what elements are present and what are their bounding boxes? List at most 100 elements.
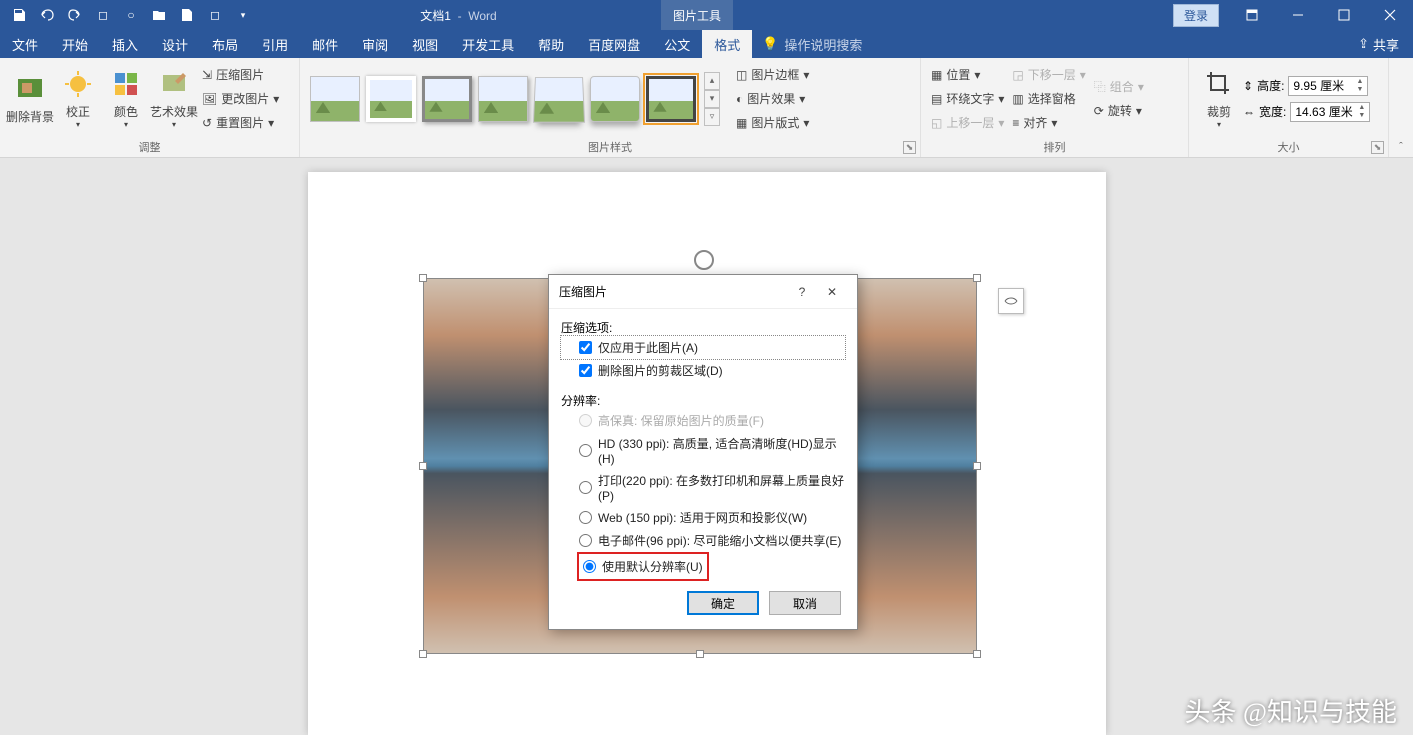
height-label: 高度: [1257,77,1284,94]
style-thumb[interactable] [533,77,585,123]
compress-pictures-button[interactable]: ⇲压缩图片 [198,63,283,87]
crop-button[interactable]: 裁剪▾ [1195,63,1243,135]
resize-handle[interactable] [696,650,704,658]
picture-effects-button[interactable]: ◐图片效果 ▾ [732,87,813,111]
dialog-titlebar[interactable]: 压缩图片 ? ✕ [549,275,857,309]
compress-icon: ⇲ [202,68,212,82]
tab-file[interactable]: 文件 [0,30,50,58]
send-backward-button: ◲下移一层 ▾ [1008,63,1089,87]
lightbulb-icon: 💡 [762,36,778,52]
align-button[interactable]: ≡对齐 ▾ [1008,111,1089,135]
group-label-styles: 图片样式⬊ [300,139,920,157]
tab-layout[interactable]: 布局 [200,30,250,58]
share-button[interactable]: ⇪ 共享 [1344,30,1413,58]
ribbon-options-icon[interactable] [1229,0,1275,30]
align-icon: ≡ [1012,116,1019,130]
save-icon[interactable] [6,2,32,28]
change-picture-button[interactable]: 🖼更改图片 ▾ [198,87,283,111]
checkbox-only-this[interactable]: 仅应用于此图片(A) [561,336,845,359]
width-label: 宽度: [1259,103,1286,120]
share-icon: ⇪ [1358,36,1369,52]
tab-help[interactable]: 帮助 [526,30,576,58]
tell-me-search[interactable]: 💡 操作说明搜索 [752,30,872,58]
tab-insert[interactable]: 插入 [100,30,150,58]
window-title: 文档1 - Word [256,7,661,24]
new-icon[interactable] [174,2,200,28]
tab-developer[interactable]: 开发工具 [450,30,526,58]
tab-baidu[interactable]: 百度网盘 [576,30,652,58]
style-thumb[interactable] [590,76,640,122]
checkbox-delete-crop[interactable]: 删除图片的剪裁区域(D) [561,359,845,382]
qat-item[interactable]: ◻ [90,2,116,28]
gallery-up-icon[interactable]: ▴ [704,72,720,90]
qat-item[interactable]: ○ [118,2,144,28]
dialog-title-text: 压缩图片 [559,283,787,300]
picture-styles-gallery[interactable]: ▴ ▾ ▿ [306,71,724,127]
radio-print[interactable]: 打印(220 ppi): 在多数打印机和屏幕上质量良好(P) [561,469,845,506]
tab-format[interactable]: 格式 [702,30,752,58]
style-thumb[interactable] [310,76,360,122]
resize-handle[interactable] [973,274,981,282]
close-icon[interactable] [1367,0,1413,30]
rotate-button[interactable]: ⟳旋转 ▾ [1090,99,1148,123]
help-icon[interactable]: ? [787,278,817,306]
layout-icon: ▦ [736,116,747,130]
undo-icon[interactable] [34,2,60,28]
wrap-text-button[interactable]: ▤环绕文字 ▾ [927,87,1008,111]
dialog-launcher-icon[interactable]: ⬊ [903,141,916,154]
resize-handle[interactable] [419,462,427,470]
style-thumb[interactable] [422,76,472,122]
section-label: 压缩选项: [561,319,845,336]
corrections-button[interactable]: 校正▾ [54,63,102,135]
style-thumb[interactable] [478,76,528,122]
qat-item[interactable]: ◻ [202,2,228,28]
tab-design[interactable]: 设计 [150,30,200,58]
resize-handle[interactable] [973,650,981,658]
style-thumb[interactable] [366,76,416,122]
radio-email[interactable]: 电子邮件(96 ppi): 尽可能缩小文档以便共享(E) [561,529,845,552]
ribbon: 删除背景 校正▾ 颜色▾ 艺术效果▾ ⇲压缩图片 🖼更改图片 ▾ ↺重置图片 ▾… [0,58,1413,158]
layout-options-button[interactable] [998,288,1024,314]
watermark-text: 头条 @知识与技能 [1185,692,1397,729]
tab-review[interactable]: 审阅 [350,30,400,58]
tab-gongwen[interactable]: 公文 [652,30,702,58]
style-thumb-selected[interactable] [646,76,696,122]
tab-view[interactable]: 视图 [400,30,450,58]
dialog-launcher-icon[interactable]: ⬊ [1371,141,1384,154]
close-icon[interactable]: ✕ [817,278,847,306]
qat-dropdown-icon[interactable]: ▾ [230,2,256,28]
picture-layout-button[interactable]: ▦图片版式 ▾ [732,111,813,135]
radio-web[interactable]: Web (150 ppi): 适用于网页和投影仪(W) [561,506,845,529]
ribbon-tabs: 文件 开始 插入 设计 布局 引用 邮件 审阅 视图 开发工具 帮助 百度网盘 … [0,30,1413,58]
tab-home[interactable]: 开始 [50,30,100,58]
tab-mailings[interactable]: 邮件 [300,30,350,58]
cancel-button[interactable]: 取消 [769,591,841,615]
redo-icon[interactable] [62,2,88,28]
width-input[interactable]: 14.63 厘米▲▼ [1290,102,1370,122]
remove-background-button[interactable]: 删除背景 [6,63,54,135]
maximize-icon[interactable] [1321,0,1367,30]
color-button[interactable]: 颜色▾ [102,63,150,135]
collapse-ribbon-icon[interactable]: ˆ [1389,58,1413,157]
position-button[interactable]: ▦位置 ▾ [927,63,1008,87]
picture-border-button[interactable]: ◫图片边框 ▾ [732,63,813,87]
login-button[interactable]: 登录 [1173,4,1219,27]
height-input[interactable]: 9.95 厘米▲▼ [1288,76,1368,96]
artistic-effects-button[interactable]: 艺术效果▾ [150,63,198,135]
gallery-more-icon[interactable]: ▿ [704,108,720,126]
resize-handle[interactable] [419,650,427,658]
ok-button[interactable]: 确定 [687,591,759,615]
selection-pane-button[interactable]: ▥选择窗格 [1008,87,1089,111]
tab-references[interactable]: 引用 [250,30,300,58]
resize-handle[interactable] [973,462,981,470]
radio-default[interactable]: 使用默认分辨率(U) [583,555,703,578]
radio-hd[interactable]: HD (330 ppi): 高质量, 适合高清晰度(HD)显示(H) [561,432,845,469]
pane-icon: ▥ [1012,92,1023,106]
gallery-down-icon[interactable]: ▾ [704,90,720,108]
minimize-icon[interactable] [1275,0,1321,30]
rotate-handle[interactable] [694,250,714,270]
reset-picture-button[interactable]: ↺重置图片 ▾ [198,111,283,135]
compress-pictures-dialog: 压缩图片 ? ✕ 压缩选项: 仅应用于此图片(A) 删除图片的剪裁区域(D) 分… [548,274,858,630]
resize-handle[interactable] [419,274,427,282]
open-icon[interactable] [146,2,172,28]
